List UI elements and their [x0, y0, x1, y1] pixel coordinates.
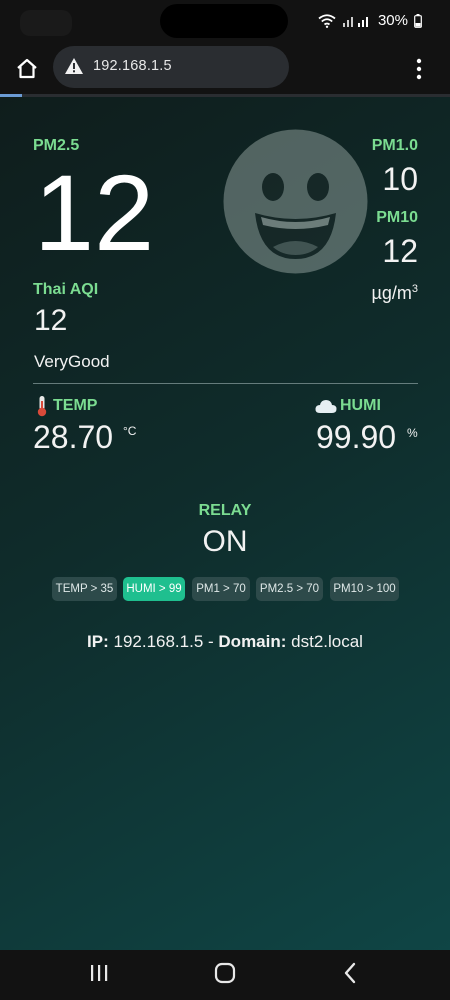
system-navigation-bar [0, 950, 450, 1000]
aqi-value: 12 [34, 304, 68, 337]
unit-text: µg/m [371, 283, 412, 303]
humi-value: 99.90 [316, 419, 397, 455]
pm10-value: 12 [382, 233, 418, 269]
aqi-label: Thai AQI [33, 281, 99, 298]
url-text[interactable]: 192.168.1.5 [93, 58, 172, 74]
address-bar[interactable]: 192.168.1.5 [53, 46, 289, 88]
thermometer-icon [37, 396, 47, 417]
temp-label: TEMP [53, 397, 98, 414]
chip-pm10-threshold[interactable]: PM10 > 100 [330, 577, 399, 601]
camera-cutout [160, 4, 288, 38]
home-nav-icon[interactable] [213, 962, 237, 984]
pm10-label: PM10 [376, 209, 418, 226]
humi-unit: % [407, 426, 418, 440]
wifi-icon [318, 13, 336, 28]
status-indicators: 30% [318, 12, 422, 29]
aqi-status: VeryGood [34, 352, 110, 371]
recents-icon[interactable] [89, 962, 109, 984]
chip-temp-threshold[interactable]: TEMP > 35 [52, 577, 117, 601]
back-icon[interactable] [342, 962, 358, 984]
more-vert-icon [416, 58, 422, 80]
home-icon [17, 58, 37, 79]
browser-toolbar: 192.168.1.5 [0, 44, 450, 94]
chip-pm25-threshold[interactable]: PM2.5 > 70 [256, 577, 323, 601]
chip-humi-threshold[interactable]: HUMI > 99 [123, 577, 185, 601]
info-separator: - [203, 632, 219, 651]
divider [33, 383, 418, 384]
domain-value: dst2.local [291, 632, 363, 651]
pm1-label: PM1.0 [371, 137, 418, 154]
ip-value: 192.168.1.5 [113, 632, 204, 651]
warning-icon[interactable] [64, 57, 84, 75]
pm25-value: 12 [34, 152, 155, 273]
battery-percent: 30% [377, 12, 408, 29]
temp-value: 28.70 [33, 419, 114, 455]
battery-icon [414, 13, 422, 28]
humi-label: HUMI [340, 397, 381, 414]
unit-superscript: 3 [411, 283, 418, 295]
chip-pm1-threshold[interactable]: PM1 > 70 [192, 577, 250, 601]
redacted-area [20, 10, 72, 36]
ip-label: IP: [87, 632, 109, 651]
signal-icon [342, 16, 368, 27]
relay-label: RELAY [198, 502, 252, 519]
browser-menu-button[interactable] [410, 56, 428, 82]
pm1-value: 10 [382, 161, 418, 197]
temp-unit: °C [123, 424, 137, 438]
browser-home-button[interactable] [12, 54, 42, 84]
network-info: IP: 192.168.1.5 - Domain: dst2.local [0, 632, 450, 652]
smiley-icon [223, 129, 368, 274]
cloud-icon [315, 400, 337, 413]
dashboard-page: PM2.5 12 PM1.0 10 PM10 12 µg/m3 Thai AQI… [0, 97, 450, 950]
status-bar: 30% [0, 0, 450, 44]
domain-label: Domain: [218, 632, 287, 651]
pm-unit: µg/m3 [371, 283, 418, 304]
relay-status: ON [202, 525, 248, 558]
